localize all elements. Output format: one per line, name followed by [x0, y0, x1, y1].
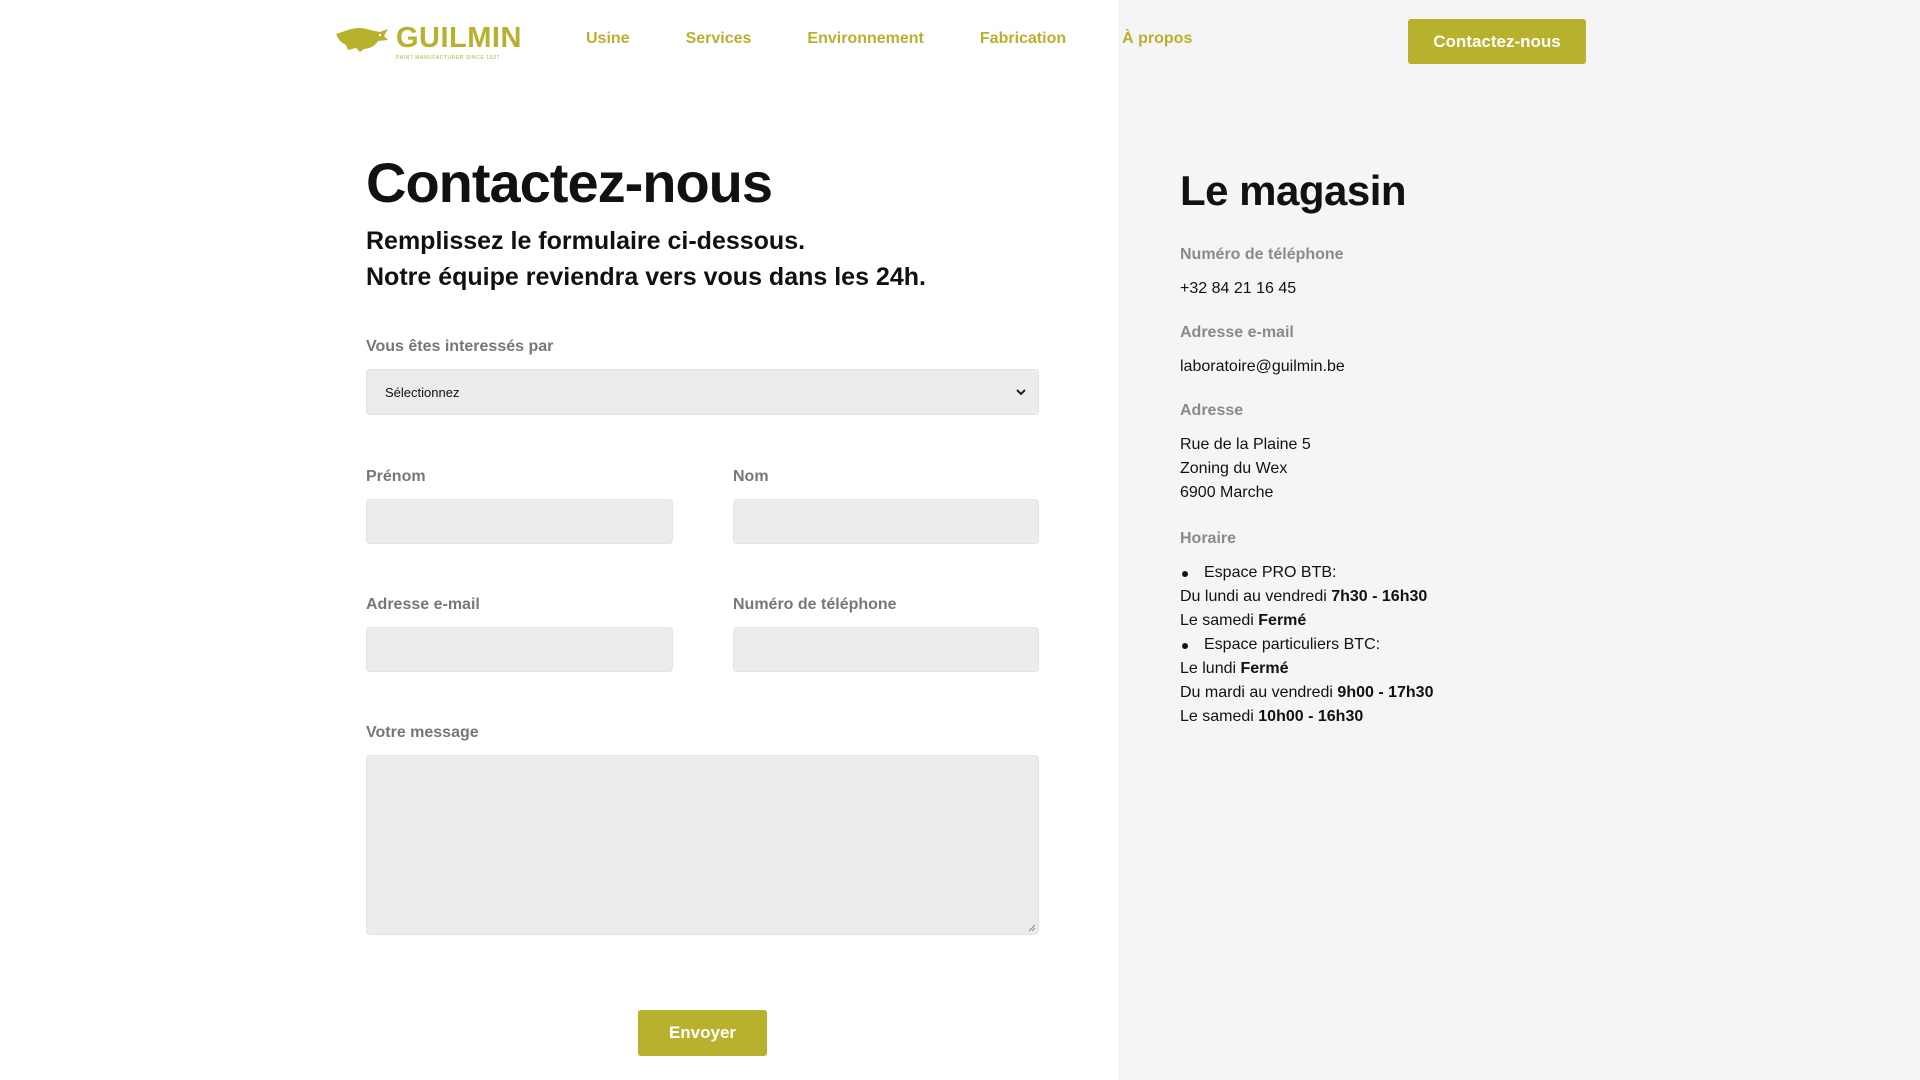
store-info-section: Le magasin Numéro de téléphone +32 84 21… — [1180, 167, 1680, 726]
boar-logo-icon — [336, 28, 388, 52]
store-panel-background — [1118, 0, 1920, 1080]
submit-button[interactable]: Envoyer — [638, 1010, 767, 1056]
lastname-input[interactable] — [733, 499, 1039, 544]
email-label: Adresse e-mail — [366, 596, 480, 613]
nav-environnement[interactable]: Environnement — [807, 30, 923, 48]
nav-fabrication[interactable]: Fabrication — [980, 30, 1066, 48]
hours-line: Le samedi 10h00 - 16h30 — [1180, 708, 1364, 725]
address-line: Zoning du Wex — [1180, 460, 1288, 477]
subtitle-line-1: Remplissez le formulaire ci-dessous. — [366, 227, 806, 255]
store-phone-label: Numéro de téléphone — [1180, 246, 1344, 263]
store-phone[interactable]: +32 84 21 16 45 — [1180, 277, 1296, 301]
phone-input[interactable] — [733, 627, 1039, 672]
resize-handle-icon[interactable] — [1028, 924, 1036, 932]
hours-btc-title: Espace particuliers BTC: — [1180, 633, 1600, 657]
contact-cta-button[interactable]: Contactez-nous — [1408, 19, 1586, 64]
hours-line: Le samedi Fermé — [1180, 612, 1307, 629]
email-input[interactable] — [366, 627, 673, 672]
address-line: Rue de la Plaine 5 — [1180, 436, 1311, 453]
site-header: GUILMIN PAINT MANUFACTURER SINCE 1937 Us… — [0, 0, 1920, 84]
hours-line: Du mardi au vendredi 9h00 - 17h30 — [1180, 684, 1434, 701]
nav-services[interactable]: Services — [686, 30, 752, 48]
nav-usine[interactable]: Usine — [586, 30, 630, 48]
contact-form-section: Contactez-nous Remplissez le formulaire … — [366, 150, 1040, 1056]
logo-tagline: PAINT MANUFACTURER SINCE 1937 — [396, 55, 500, 61]
firstname-label: Prénom — [366, 468, 426, 485]
form-subtitle: Remplissez le formulaire ci-dessous. Not… — [366, 223, 1040, 295]
interest-label: Vous êtes interessés par — [366, 338, 554, 355]
interest-select[interactable]: Sélectionnez — [366, 369, 1039, 415]
subtitle-line-2: Notre équipe reviendra vers vous dans le… — [366, 263, 926, 291]
chevron-down-icon — [1016, 388, 1026, 395]
message-label: Votre message — [366, 724, 479, 741]
store-email[interactable]: laboratoire@guilmin.be — [1180, 355, 1345, 379]
main-nav: Usine Services Environnement Fabrication… — [586, 30, 1248, 48]
store-address: Rue de la Plaine 5 Zoning du Wex 6900 Ma… — [1180, 433, 1311, 505]
hours-pro-title: Espace PRO BTB: — [1180, 561, 1600, 585]
nav-a-propos[interactable]: À propos — [1122, 30, 1192, 48]
logo[interactable]: GUILMIN PAINT MANUFACTURER SINCE 1937 — [334, 22, 528, 61]
address-line: 6900 Marche — [1180, 484, 1274, 501]
hours-line: Du lundi au vendredi 7h30 - 16h30 — [1180, 588, 1428, 605]
logo-name: GUILMIN — [396, 22, 522, 54]
phone-label: Numéro de téléphone — [733, 596, 897, 613]
interest-select-value: Sélectionnez — [385, 384, 460, 400]
opening-hours: Espace PRO BTB: Du lundi au vendredi 7h3… — [1180, 561, 1600, 729]
hours-label: Horaire — [1180, 530, 1237, 547]
message-textarea[interactable] — [366, 755, 1039, 935]
firstname-input[interactable] — [366, 499, 673, 544]
store-email-label: Adresse e-mail — [1180, 324, 1294, 341]
lastname-label: Nom — [733, 468, 769, 485]
hours-line: Le lundi Fermé — [1180, 660, 1289, 677]
page-title: Contactez-nous — [366, 151, 773, 214]
store-address-label: Adresse — [1180, 402, 1244, 419]
store-title: Le magasin — [1180, 167, 1407, 214]
